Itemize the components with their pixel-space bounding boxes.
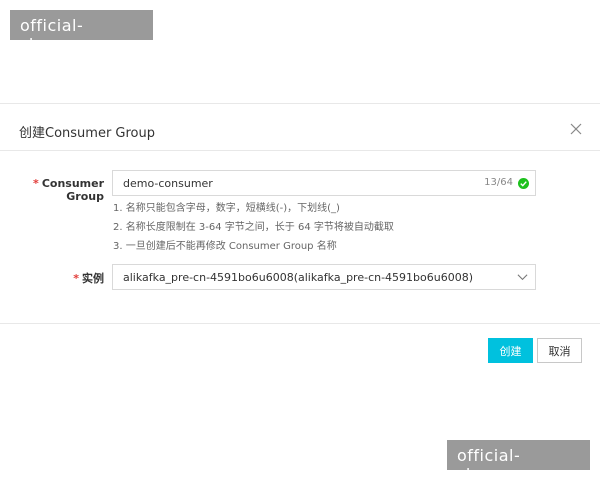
dialog-title: 创建Consumer Group <box>19 126 155 141</box>
create-button[interactable]: 创建 <box>488 338 533 363</box>
page: official-zlg.com 创建Consumer Group * Consu… <box>0 0 600 480</box>
required-mark: * <box>73 272 79 285</box>
dialog-header-divider <box>0 150 600 151</box>
cancel-button[interactable]: 取消 <box>537 338 582 363</box>
hint-item: 3. 一旦创建后不能再修改 Consumer Group 名称 <box>113 241 337 252</box>
instance-label: * 实例 <box>10 270 104 286</box>
dialog-footer-divider <box>0 323 600 324</box>
character-counter: 13/64 <box>484 177 513 188</box>
watermark-bottom: official-zlg.com <box>447 440 590 480</box>
required-mark: * <box>33 177 39 190</box>
hint-item: 2. 名称长度限制在 3-64 字节之间，长于 64 字节将被自动截取 <box>113 222 394 233</box>
consumer-group-label: * Consumer Group <box>10 177 104 203</box>
close-icon[interactable] <box>568 121 584 137</box>
check-circle-icon <box>518 178 529 189</box>
consumer-group-label-text: Consumer Group <box>41 177 104 203</box>
dialog-top-divider <box>0 103 600 104</box>
consumer-group-input[interactable]: demo-consumer 13/64 <box>112 170 536 196</box>
instance-selected-value: alikafka_pre-cn-4591bo6u6008(alikafka_pr… <box>123 271 474 284</box>
instance-label-text: 实例 <box>82 272 104 285</box>
instance-select[interactable]: alikafka_pre-cn-4591bo6u6008(alikafka_pr… <box>112 264 536 290</box>
watermark-top: official-zlg.com <box>10 10 153 54</box>
hint-item: 1. 名称只能包含字母，数字，短横线(-)，下划线(_) <box>113 203 340 214</box>
chevron-down-icon[interactable] <box>517 273 528 282</box>
consumer-group-value[interactable]: demo-consumer <box>123 177 213 190</box>
